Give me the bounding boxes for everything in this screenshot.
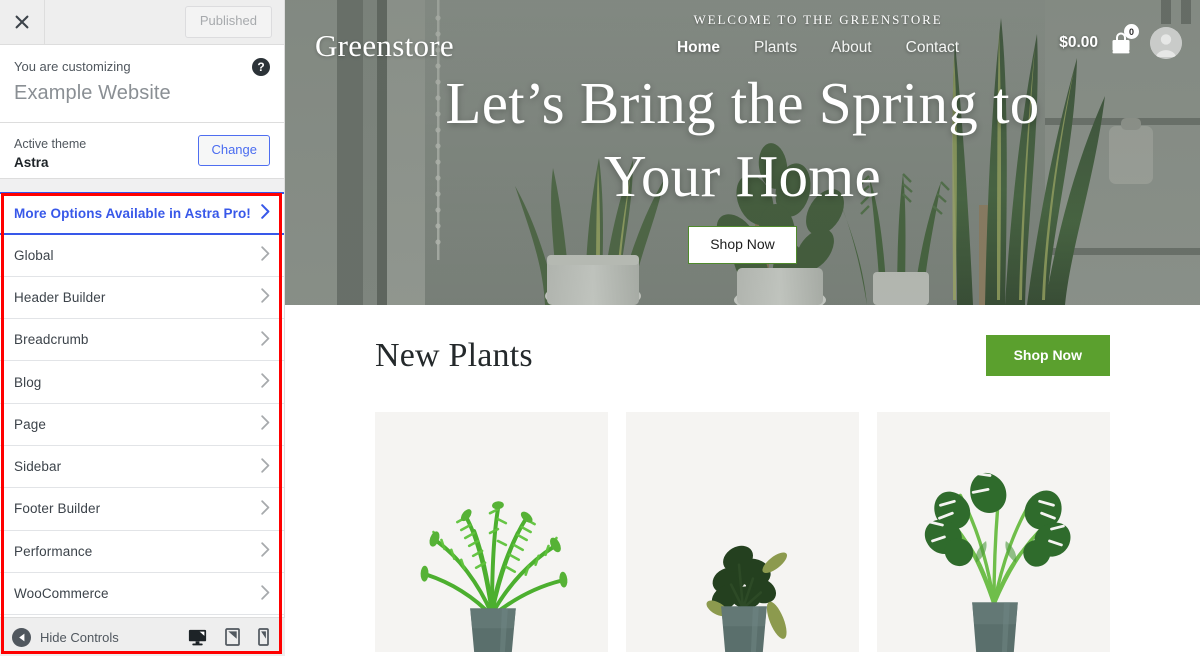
mobile-icon[interactable]	[258, 628, 269, 646]
nav-item-about[interactable]: About	[831, 39, 872, 57]
new-plants-header: New Plants Shop Now	[375, 305, 1110, 377]
chevron-right-icon	[261, 246, 270, 264]
customizer-app: Published You are customizing Example We…	[0, 0, 1200, 656]
sidebar-item-woocommerce[interactable]: WooCommerce	[0, 572, 284, 616]
sidebar-item-label: Page	[14, 416, 46, 432]
tablet-icon[interactable]	[225, 628, 240, 646]
product-card-grid	[375, 412, 1110, 653]
hero-section: Greenstore WELCOME TO THE GREENSTORE Hom…	[285, 0, 1200, 305]
primary-nav: Home Plants About Contact	[677, 39, 959, 57]
monstera-plant-image	[877, 414, 1110, 653]
site-header: Greenstore WELCOME TO THE GREENSTORE Hom…	[285, 0, 1200, 61]
customizing-label: You are customizing	[14, 59, 131, 74]
nav-item-plants[interactable]: Plants	[754, 39, 797, 57]
customizing-section: You are customizing Example Website ?	[0, 45, 284, 123]
product-card-fern[interactable]	[375, 412, 608, 653]
chevron-right-icon	[261, 204, 270, 222]
device-preview-switcher	[188, 628, 273, 646]
publish-button[interactable]: Published	[184, 6, 272, 38]
fern-plant-image	[375, 414, 608, 653]
hero-shop-now-button[interactable]: Shop Now	[688, 226, 797, 264]
customizer-sidebar: Published You are customizing Example We…	[0, 0, 285, 656]
collapse-left-icon	[12, 627, 31, 647]
hero-content: Let’s Bring the Spring to Your Home Shop…	[285, 67, 1200, 264]
astra-pro-label: More Options Available in Astra Pro!	[14, 205, 251, 221]
sidebar-item-performance[interactable]: Performance	[0, 530, 284, 573]
chevron-right-icon	[261, 288, 270, 306]
hero-title-line-2: Your Home	[604, 143, 881, 210]
chevron-right-icon	[261, 373, 270, 391]
customizer-topbar: Published	[0, 0, 284, 45]
sidebar-item-breadcrumb[interactable]: Breadcrumb	[0, 319, 284, 362]
sidebar-item-blog[interactable]: Blog	[0, 361, 284, 404]
sidebar-item-global[interactable]: Global	[0, 234, 284, 277]
sidebar-item-label: Global	[14, 247, 54, 263]
product-card-monstera[interactable]	[877, 412, 1110, 653]
sidebar-item-label: WooCommerce	[14, 586, 109, 602]
sidebar-item-label: Breadcrumb	[14, 332, 89, 348]
sidebar-item-sidebar[interactable]: Sidebar	[0, 445, 284, 489]
sidebar-item-label: Header Builder	[14, 289, 106, 305]
active-theme-text: Active theme Astra	[14, 135, 198, 173]
section-shop-now-button[interactable]: Shop Now	[985, 335, 1110, 377]
site-preview-pane: Greenstore WELCOME TO THE GREENSTORE Hom…	[285, 0, 1200, 656]
nav-item-contact[interactable]: Contact	[906, 39, 959, 57]
cart-count-badge: 0	[1124, 24, 1139, 39]
site-brand[interactable]: Greenstore	[315, 0, 454, 61]
hero-title-line-1: Let’s Bring the Spring to	[445, 70, 1040, 136]
desktop-icon[interactable]	[188, 629, 207, 646]
active-theme-label: Active theme	[14, 136, 87, 151]
sidebar-item-label: Sidebar	[14, 459, 62, 475]
sidebar-item-footer-builder[interactable]: Footer Builder	[0, 488, 284, 531]
product-card-peperomia[interactable]	[626, 412, 859, 653]
chevron-right-icon	[261, 331, 270, 349]
chevron-right-icon	[261, 584, 270, 603]
sidebar-item-header-builder[interactable]: Header Builder	[0, 276, 284, 320]
active-theme-name: Astra	[14, 154, 49, 170]
page-content: New Plants Shop Now	[285, 305, 1200, 653]
header-cart-area: $0.00 0	[1059, 24, 1182, 59]
sidebar-item-page[interactable]: Page	[0, 403, 284, 446]
section-title: New Plants	[375, 336, 533, 374]
cart-total: $0.00	[1059, 34, 1098, 51]
sidebar-item-astra-pro[interactable]: More Options Available in Astra Pro!	[0, 191, 284, 235]
site-title: Example Website	[14, 81, 171, 104]
user-avatar-icon[interactable]	[1150, 27, 1182, 59]
shopping-bag-icon[interactable]: 0	[1108, 24, 1139, 56]
hide-controls-label: Hide Controls	[40, 629, 119, 645]
customizer-footer: Hide Controls	[0, 617, 285, 656]
chevron-right-icon	[261, 457, 270, 476]
welcome-tagline: WELCOME TO THE GREENSTORE	[693, 12, 943, 27]
hide-controls-button[interactable]: Hide Controls	[12, 627, 119, 647]
customizer-panel-list: More Options Available in Astra Pro! Glo…	[0, 191, 284, 616]
active-theme-section: Active theme Astra Change	[0, 122, 284, 179]
change-theme-button[interactable]: Change	[198, 134, 270, 166]
hero-title: Let’s Bring the Spring to Your Home	[285, 67, 1200, 213]
help-icon[interactable]: ?	[252, 58, 270, 76]
sidebar-item-label: Blog	[14, 374, 42, 390]
sidebar-item-label: Footer Builder	[14, 501, 101, 517]
peperomia-plant-image	[626, 414, 859, 653]
panel-gap	[0, 178, 284, 192]
chevron-right-icon	[261, 500, 270, 518]
sidebar-item-label: Performance	[14, 543, 93, 559]
chevron-right-icon	[261, 415, 270, 433]
chevron-right-icon	[261, 542, 270, 560]
nav-item-home[interactable]: Home	[677, 39, 720, 57]
close-icon[interactable]	[0, 0, 45, 44]
